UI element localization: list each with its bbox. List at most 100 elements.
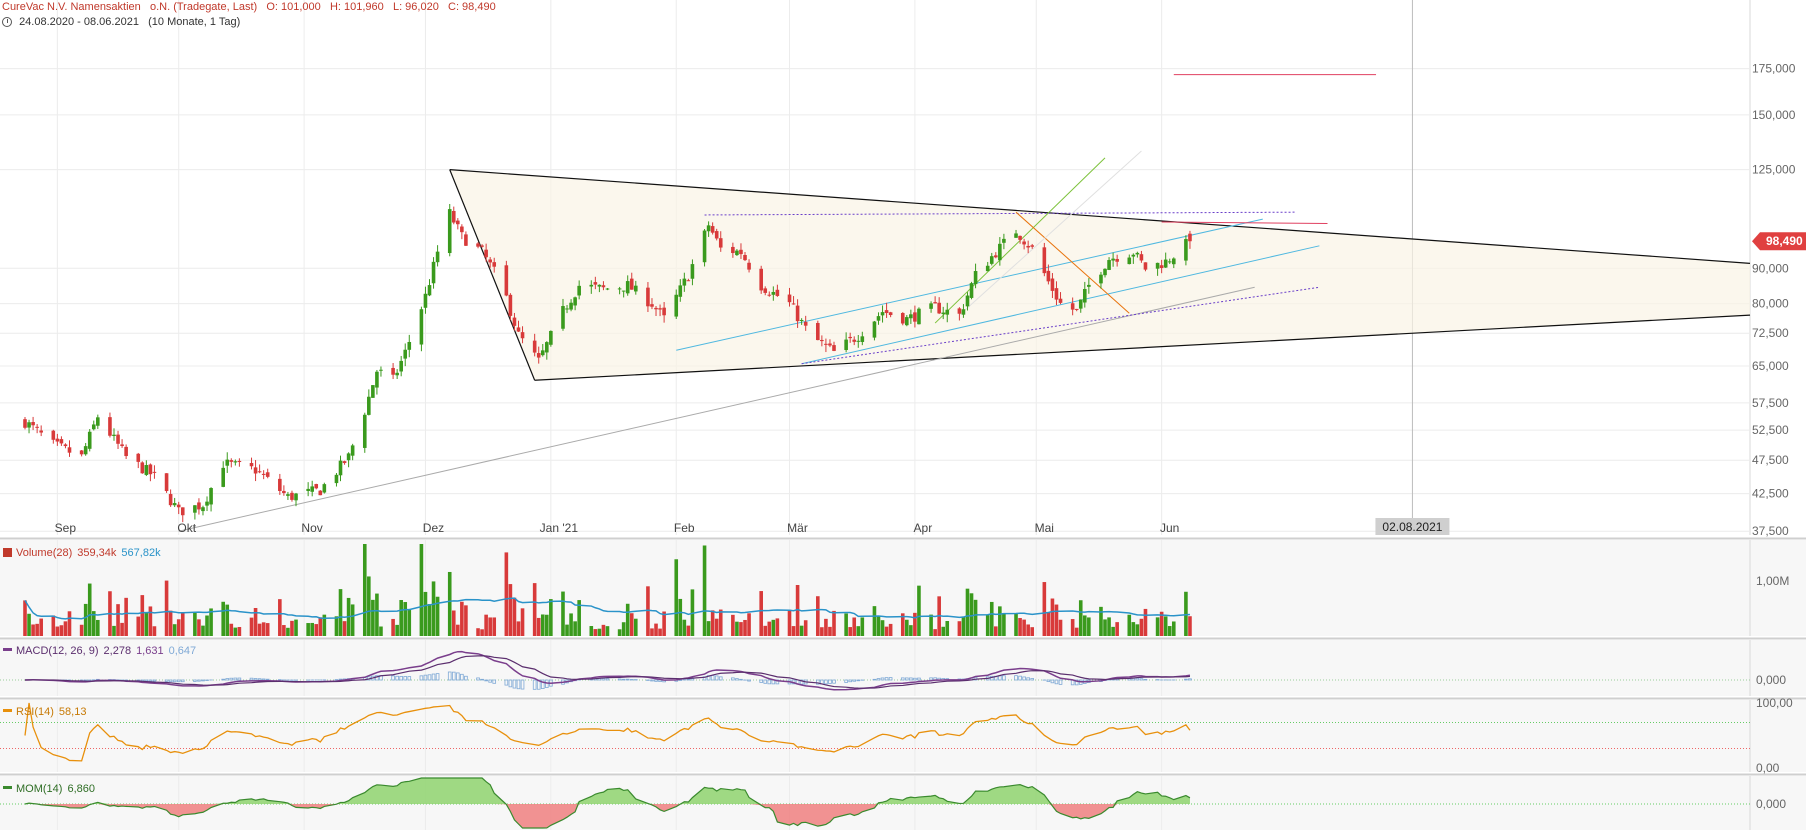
candle-body xyxy=(945,309,950,315)
candle-body xyxy=(569,302,573,310)
rsi-legend-name: RSI(14) xyxy=(16,706,54,718)
candle-body xyxy=(961,309,966,315)
volume-bar xyxy=(973,599,978,636)
y-tick-label: 90,000 xyxy=(1752,261,1789,275)
candle-body xyxy=(1050,278,1055,291)
volume-bar xyxy=(51,615,56,636)
candle-body xyxy=(451,210,456,223)
candle-body xyxy=(51,430,56,440)
volume-bar xyxy=(1184,591,1188,636)
volume-legend-name: Volume(28) xyxy=(16,547,73,559)
momentum-legend[interactable]: MOM(14) 6,860 xyxy=(3,783,95,795)
volume-bar xyxy=(799,625,804,636)
volume-bar xyxy=(168,610,173,636)
volume-bar xyxy=(63,621,68,636)
ohlc-high: H: 101,960 xyxy=(329,1,384,13)
candle-body xyxy=(540,350,545,356)
candle-body xyxy=(362,414,367,448)
volume-bar xyxy=(1074,627,1079,636)
candle-body xyxy=(989,256,994,264)
volume-bar xyxy=(419,544,424,636)
candle-body xyxy=(718,238,723,248)
y-tick-label: 125,000 xyxy=(1752,163,1796,177)
candle-body xyxy=(710,226,715,233)
volume-bar xyxy=(456,624,460,636)
volume-bar xyxy=(225,604,230,636)
candle-body xyxy=(1078,299,1083,309)
candle-body xyxy=(391,367,395,375)
candle-body xyxy=(516,327,521,332)
volume-bar xyxy=(447,571,452,636)
y-tick-label: 175,000 xyxy=(1752,62,1796,76)
volume-bar xyxy=(767,621,772,636)
macd-histogram-bar xyxy=(629,679,634,681)
candle-body xyxy=(759,268,763,291)
candle-body xyxy=(1188,233,1192,242)
candle-body xyxy=(937,302,941,314)
chart-canvas[interactable]: Sep Okt Nov Dez Jan '21 Feb Mär Apr Mai Jun 37,500… xyxy=(0,0,1806,830)
volume-bar xyxy=(23,600,27,636)
date-range: 24.08.2020 - 08.06.2021 (10 Monate, 1 Ta… xyxy=(2,16,240,28)
candle-body xyxy=(917,308,921,325)
candle-body xyxy=(520,332,525,339)
candle-body xyxy=(597,284,602,287)
volume-bar xyxy=(621,622,626,636)
candle-body xyxy=(629,278,634,290)
candle-body xyxy=(140,462,145,474)
candle-body xyxy=(605,288,610,290)
volume-bar xyxy=(451,610,456,636)
candle-body xyxy=(787,294,792,303)
candle-body xyxy=(1002,238,1006,243)
candle-body xyxy=(476,243,480,247)
candle-body xyxy=(1143,262,1148,270)
volume-bar xyxy=(791,626,796,636)
volume-bar xyxy=(423,591,428,636)
candle-body xyxy=(23,419,27,428)
volume-bar xyxy=(565,624,569,636)
volume-bar xyxy=(909,625,913,636)
candle-body xyxy=(265,472,270,477)
volume-bar xyxy=(1082,615,1087,636)
candle-body xyxy=(828,343,832,346)
candle-body xyxy=(1070,303,1075,310)
candle-body xyxy=(872,321,877,338)
volume-bar xyxy=(83,603,88,636)
volume-bar xyxy=(803,620,808,636)
rsi-legend[interactable]: RSI(14) 58,13 xyxy=(3,706,86,718)
volume-bar xyxy=(759,591,763,636)
y-tick-label: 57,500 xyxy=(1752,396,1789,410)
macd-legend[interactable]: MACD(12, 26, 9) 2,278 1,631 0,647 xyxy=(3,645,196,657)
candle-body xyxy=(852,339,857,342)
y-tick-label: 80,000 xyxy=(1752,297,1789,311)
candle-body xyxy=(193,505,197,513)
candle-body xyxy=(63,444,68,447)
volume-bar xyxy=(476,628,480,636)
volume-bar xyxy=(379,626,383,636)
candle-body xyxy=(116,434,120,444)
volume-bar xyxy=(605,626,610,636)
volume-bar xyxy=(79,624,84,636)
candle-body xyxy=(860,336,865,342)
candle-body xyxy=(791,303,796,305)
candle-body xyxy=(743,254,747,261)
bar-chart-icon xyxy=(3,548,12,557)
candle-body xyxy=(168,494,173,506)
volume-bar xyxy=(488,617,492,636)
volume-legend[interactable]: Volume(28) 359,34k 567,82k xyxy=(3,547,161,559)
volume-bar xyxy=(654,623,658,636)
panel-background xyxy=(0,700,1806,772)
volume-bar xyxy=(1131,622,1136,636)
volume-bar xyxy=(87,583,92,636)
candle-body xyxy=(35,426,39,428)
candle-body xyxy=(460,226,464,233)
volume-bar xyxy=(294,619,298,636)
volume-bar xyxy=(362,544,367,636)
candle-body xyxy=(79,450,84,455)
volume-bar xyxy=(1030,627,1035,636)
candle-body xyxy=(419,309,424,345)
candle-body xyxy=(1135,252,1140,255)
volume-bar xyxy=(561,591,565,636)
candle-body xyxy=(633,285,638,292)
candle-body xyxy=(31,422,35,426)
candle-body xyxy=(96,417,100,426)
